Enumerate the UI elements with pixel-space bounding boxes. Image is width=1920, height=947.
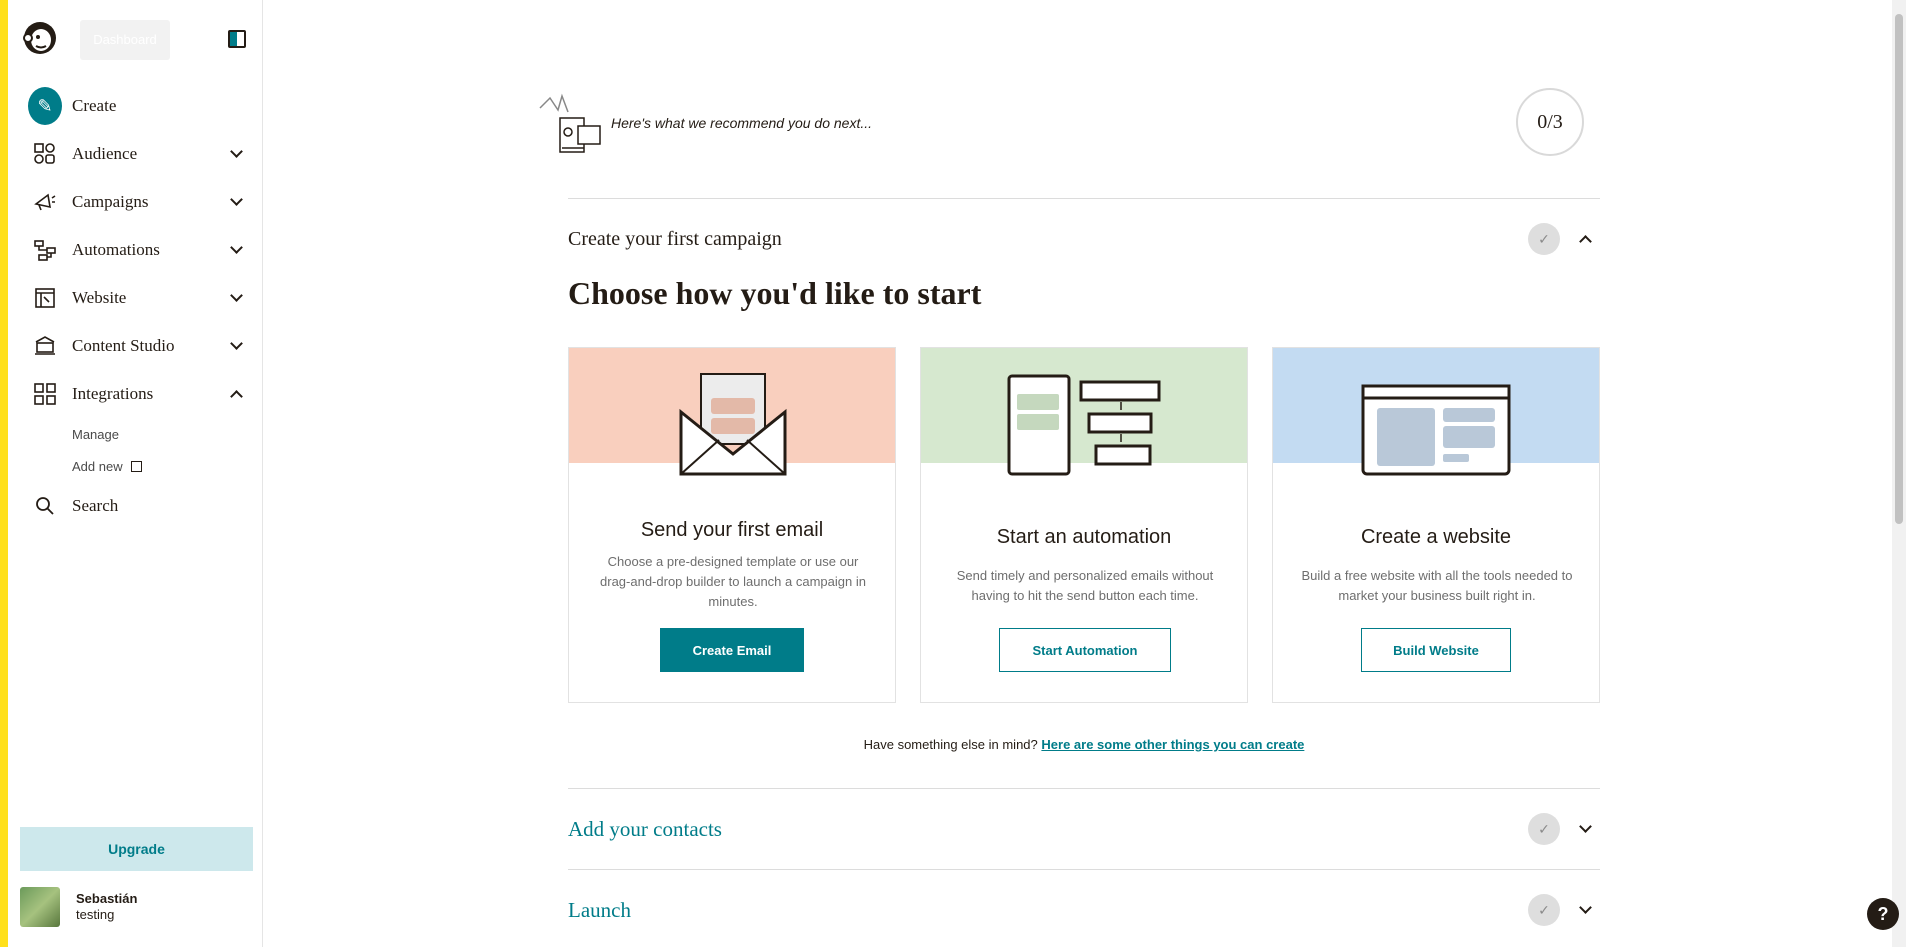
divider <box>568 198 1600 199</box>
card-start-automation: Start an automation Send timely and pers… <box>920 347 1248 703</box>
sidebar-item-label: Campaigns <box>72 192 149 211</box>
sidebar-item-audience[interactable]: Audience <box>8 130 263 178</box>
website-icon <box>28 281 62 315</box>
automation-icon <box>28 233 62 267</box>
card-description: Build a free website with all the tools … <box>1301 568 1573 603</box>
step-title: Launch <box>568 897 631 922</box>
external-link-icon <box>130 460 142 472</box>
chevron-up-icon[interactable] <box>1579 235 1592 248</box>
check-icon: ✓ <box>1528 223 1560 255</box>
card-title: Send your first email <box>640 519 824 541</box>
check-icon: ✓ <box>1528 894 1560 926</box>
chevron-down-icon <box>230 337 243 350</box>
sidebar-item-label: Website <box>72 288 127 307</box>
chevron-down-icon[interactable] <box>1579 820 1592 833</box>
brand-stripe <box>0 0 8 947</box>
sidebar-item-label: Audience <box>72 144 138 163</box>
sidebar-item-automations[interactable]: Automations <box>8 226 263 274</box>
section-heading: Choose how you'd like to start <box>568 275 982 311</box>
sidebar-item-label: Create <box>72 96 117 115</box>
sidebar-collapse-icon[interactable] <box>228 30 246 48</box>
browser-illustration-icon <box>1273 368 1599 478</box>
sidebar-subitem-manage[interactable]: Manage <box>8 418 263 450</box>
content-studio-icon <box>28 329 62 363</box>
chevron-down-icon <box>230 289 243 302</box>
step-title: Add your contacts <box>568 816 722 841</box>
sidebar-item-website[interactable]: Website <box>8 274 263 322</box>
start-automation-button[interactable]: Start Automation <box>999 628 1171 672</box>
build-website-button[interactable]: Build Website <box>1361 628 1511 672</box>
help-icon[interactable]: ? <box>1867 898 1899 930</box>
progress-indicator: 0/3 <box>1516 88 1584 156</box>
card-description: Send timely and personalized emails with… <box>956 568 1214 603</box>
sidebar-subitem-label: Add new <box>72 458 123 474</box>
sidebar-item-label: Automations <box>72 240 160 259</box>
mailchimp-logo-icon[interactable] <box>20 18 60 58</box>
scrollbar[interactable] <box>1892 0 1906 947</box>
recommendation-text: Here's what we recommend you do next... <box>611 115 873 131</box>
step-title: Create your first campaign <box>568 227 782 250</box>
card-create-website: Create a website Build a free website wi… <box>1272 347 1600 703</box>
card-title: Create a website <box>1360 526 1512 548</box>
divider <box>568 869 1600 870</box>
scrollbar-thumb[interactable] <box>1895 14 1903 524</box>
automation-illustration-icon <box>921 368 1247 478</box>
account-name: Sebastián <box>76 891 138 906</box>
sidebar-item-content-studio[interactable]: Content Studio <box>8 322 263 370</box>
sidebar-item-search[interactable]: Search <box>8 482 263 530</box>
sidebar-item-create[interactable]: ✎ Create <box>8 82 263 130</box>
card-description: Choose a pre-designed template or use ou… <box>600 554 866 609</box>
other-options-line: Have something else in mind? Here are so… <box>568 737 1600 752</box>
divider <box>568 788 1600 789</box>
sidebar: Dashboard ✎ Create Audience Campaigns Au… <box>8 0 263 947</box>
avatar <box>20 887 60 927</box>
account-menu[interactable]: Sebastián testing <box>20 887 253 927</box>
card-send-email: Send your first email Choose a pre-desig… <box>568 347 896 703</box>
sidebar-subitem-label: Manage <box>72 426 119 442</box>
step-add-contacts-header[interactable]: Add your contacts ✓ <box>568 809 1600 849</box>
upgrade-button[interactable]: Upgrade <box>20 827 253 871</box>
waving-hand-illustration-icon <box>532 88 604 158</box>
step-create-campaign-header[interactable]: Create your first campaign ✓ <box>568 219 1600 259</box>
card-title: Start an automation <box>996 526 1172 548</box>
pencil-icon: ✎ <box>28 87 62 125</box>
other-options-prompt: Have something else in mind? <box>863 737 1038 752</box>
sidebar-subitem-add-new[interactable]: Add new <box>8 450 263 482</box>
chevron-down-icon[interactable] <box>1579 901 1592 914</box>
step-launch-header[interactable]: Launch ✓ <box>568 890 1600 930</box>
search-icon <box>28 489 62 523</box>
chevron-down-icon <box>230 145 243 158</box>
main-nav: ✎ Create Audience Campaigns Automations <box>8 82 263 530</box>
chevron-up-icon <box>230 390 243 403</box>
grid-icon <box>28 377 62 411</box>
sidebar-item-label: Integrations <box>72 384 154 403</box>
recommendation-header: Here's what we recommend you do next... … <box>532 88 1600 158</box>
chevron-down-icon <box>230 241 243 254</box>
other-options-link[interactable]: Here are some other things you can creat… <box>1041 737 1304 752</box>
envelope-illustration-icon <box>569 368 895 478</box>
sidebar-item-label: Search <box>72 496 119 515</box>
chevron-down-icon <box>230 193 243 206</box>
sidebar-item-integrations[interactable]: Integrations <box>8 370 263 418</box>
create-email-button[interactable]: Create Email <box>660 628 804 672</box>
audience-icon <box>28 137 62 171</box>
check-icon: ✓ <box>1528 813 1560 845</box>
account-org: testing <box>76 907 115 922</box>
sidebar-item-campaigns[interactable]: Campaigns <box>8 178 263 226</box>
megaphone-icon <box>28 185 62 219</box>
dashboard-tooltip: Dashboard <box>80 20 170 60</box>
sidebar-item-label: Content Studio <box>72 336 175 355</box>
